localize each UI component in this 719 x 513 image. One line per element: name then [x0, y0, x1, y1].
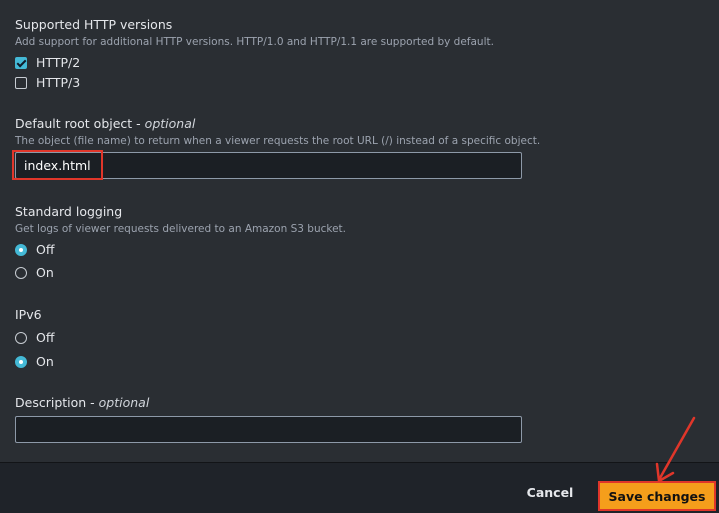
distribution-settings-form: Supported HTTP versions Add support for …	[0, 0, 719, 462]
http-versions-description: Add support for additional HTTP versions…	[15, 36, 494, 48]
logging-off-radio-option[interactable]: Off	[15, 242, 54, 257]
radio-selected-icon[interactable]	[15, 355, 27, 368]
checkbox-checked-icon[interactable]	[15, 56, 27, 69]
checkbox-icon[interactable]	[15, 76, 27, 89]
description-label: Description - optional	[15, 395, 149, 410]
http2-label: HTTP/2	[36, 55, 81, 70]
logging-on-label: On	[36, 265, 54, 280]
root-object-input[interactable]	[15, 152, 522, 179]
standard-logging-label: Standard logging	[15, 204, 123, 219]
root-object-description: The object (file name) to return when a …	[15, 135, 541, 147]
ipv6-off-radio-option[interactable]: Off	[15, 330, 54, 345]
logging-off-label: Off	[36, 242, 55, 257]
radio-icon[interactable]	[15, 266, 27, 279]
ipv6-label: IPv6	[15, 307, 42, 322]
root-object-label: Default root object - optional	[15, 116, 195, 131]
ipv6-on-label: On	[36, 354, 54, 369]
root-object-label-text: Default root object -	[15, 116, 145, 131]
ipv6-on-radio-option[interactable]: On	[15, 354, 54, 369]
root-object-optional: optional	[144, 116, 196, 131]
description-input[interactable]	[15, 416, 522, 443]
save-changes-button[interactable]: Save changes	[598, 481, 716, 511]
http3-checkbox-option[interactable]: HTTP/3	[15, 75, 80, 90]
standard-logging-description: Get logs of viewer requests delivered to…	[15, 223, 346, 235]
cancel-button[interactable]: Cancel	[520, 485, 580, 500]
radio-selected-icon[interactable]	[15, 243, 27, 256]
form-footer: Cancel Save changes	[0, 462, 719, 513]
logging-on-radio-option[interactable]: On	[15, 265, 54, 280]
http3-label: HTTP/3	[36, 75, 81, 90]
http-versions-label: Supported HTTP versions	[15, 17, 173, 32]
description-label-text: Description -	[15, 395, 99, 410]
radio-icon[interactable]	[15, 331, 27, 344]
ipv6-off-label: Off	[36, 330, 55, 345]
description-optional: optional	[98, 395, 150, 410]
http2-checkbox-option[interactable]: HTTP/2	[15, 55, 80, 70]
